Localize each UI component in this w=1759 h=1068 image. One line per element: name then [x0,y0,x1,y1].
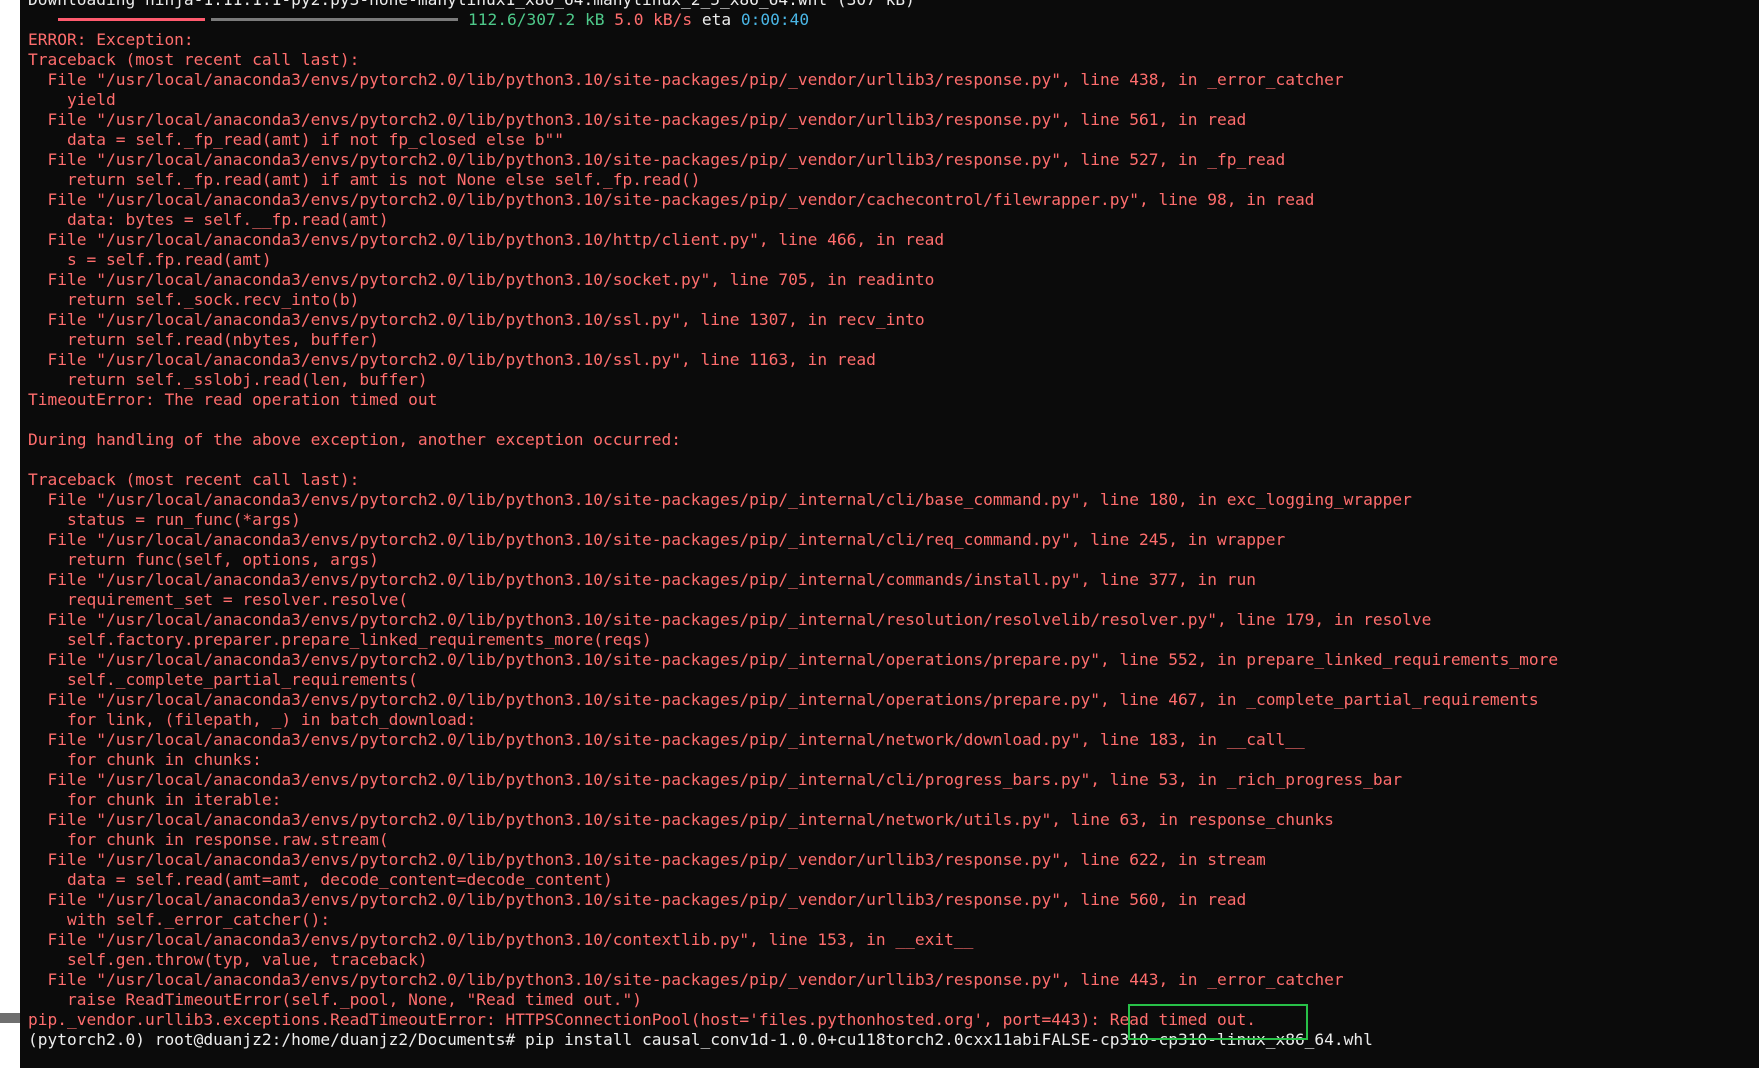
traceback-line: TimeoutError: The read operation timed o… [28,390,438,409]
terminal-window[interactable]: Downloading ninja-1.11.1.1-py2.py3-none-… [0,0,1759,1068]
traceback-line: File "/usr/local/anaconda3/envs/pytorch2… [28,570,1256,589]
progress-bar-done [58,18,205,21]
traceback-line: data = self.read(amt=amt, decode_content… [28,870,613,889]
traceback-line: s = self.fp.read(amt) [28,250,272,269]
progress-line: 112.6/307.2 kB 5.0 kB/s eta 0:00:40 [28,10,1759,30]
traceback-line: Traceback (most recent call last): [28,50,360,69]
traceback-block: ERROR: Exception: Traceback (most recent … [28,30,1759,1030]
traceback-line: return func(self, options, args) [28,550,379,569]
traceback-line: File "/usr/local/anaconda3/envs/pytorch2… [28,230,945,249]
traceback-line: return self.read(nbytes, buffer) [28,330,379,349]
traceback-line: File "/usr/local/anaconda3/envs/pytorch2… [28,350,876,369]
traceback-line: File "/usr/local/anaconda3/envs/pytorch2… [28,270,935,289]
traceback-line: return self._sslobj.read(len, buffer) [28,370,428,389]
traceback-line: File "/usr/local/anaconda3/envs/pytorch2… [28,490,1412,509]
traceback-line: yield [28,90,116,109]
traceback-line [28,410,1759,430]
traceback-line: return self._sock.recv_into(b) [28,290,360,309]
traceback-line: for chunk in response.raw.stream( [28,830,389,849]
traceback-line: self._complete_partial_requirements( [28,670,418,689]
traceback-line: File "/usr/local/anaconda3/envs/pytorch2… [28,110,1247,129]
traceback-line: return self._fp.read(amt) if amt is not … [28,170,701,189]
traceback-line: with self._error_catcher(): [28,910,331,929]
traceback-line: File "/usr/local/anaconda3/envs/pytorch2… [28,70,1344,89]
progress-speed: 5.0 kB/s [614,10,693,29]
traceback-line: File "/usr/local/anaconda3/envs/pytorch2… [28,190,1315,209]
traceback-line: File "/usr/local/anaconda3/envs/pytorch2… [28,650,1559,669]
traceback-line: data = self._fp_read(amt) if not fp_clos… [28,130,565,149]
traceback-line: self.factory.preparer.prepare_linked_req… [28,630,652,649]
traceback-line: pip._vendor.urllib3.exceptions.ReadTimeo… [28,1010,1256,1029]
progress-bar-remaining [211,18,458,21]
progress-eta: 0:00:40 [740,10,810,29]
traceback-line: raise ReadTimeoutError(self._pool, None,… [28,990,642,1009]
traceback-line: File "/usr/local/anaconda3/envs/pytorch2… [28,930,974,949]
traceback-line: File "/usr/local/anaconda3/envs/pytorch2… [28,610,1432,629]
traceback-line: File "/usr/local/anaconda3/envs/pytorch2… [28,890,1247,909]
traceback-line: File "/usr/local/anaconda3/envs/pytorch2… [28,150,1286,169]
traceback-line: for link, (filepath, _) in batch_downloa… [28,710,477,729]
progress-eta-label: eta [701,10,732,29]
highlight-box [1128,1004,1308,1040]
traceback-line: File "/usr/local/anaconda3/envs/pytorch2… [28,850,1266,869]
progress-text: 112.6/307.2 kB 5.0 kB/s eta 0:00:40 [468,10,809,30]
traceback-line: requirement_set = resolver.resolve( [28,590,409,609]
traceback-line: File "/usr/local/anaconda3/envs/pytorch2… [28,310,925,329]
traceback-line: File "/usr/local/anaconda3/envs/pytorch2… [28,530,1286,549]
traceback-line: During handling of the above exception, … [28,430,681,449]
traceback-line [28,450,1759,470]
left-edge-strip [0,0,20,1068]
traceback-line: File "/usr/local/anaconda3/envs/pytorch2… [28,770,1403,789]
traceback-line: status = run_func(*args) [28,510,301,529]
traceback-line: data: bytes = self.__fp.read(amt) [28,210,389,229]
shell-prompt[interactable]: (pytorch2.0) root@duanjz2:/home/duanjz2/… [28,1030,1759,1050]
traceback-line: File "/usr/local/anaconda3/envs/pytorch2… [28,810,1334,829]
traceback-line: self.gen.throw(typ, value, traceback) [28,950,428,969]
terminal-output: Downloading ninja-1.11.1.1-py2.py3-none-… [28,0,1759,1050]
traceback-line: File "/usr/local/anaconda3/envs/pytorch2… [28,970,1344,989]
left-edge-marker [0,1013,20,1023]
traceback-line: File "/usr/local/anaconda3/envs/pytorch2… [28,730,1305,749]
traceback-line: for chunk in iterable: [28,790,282,809]
traceback-line: for chunk in chunks: [28,750,262,769]
traceback-line: Traceback (most recent call last): [28,470,360,489]
progress-size: 112.6/307.2 kB [468,10,605,29]
traceback-line: ERROR: Exception: [28,30,194,49]
traceback-line: File "/usr/local/anaconda3/envs/pytorch2… [28,690,1539,709]
download-line: Downloading ninja-1.11.1.1-py2.py3-none-… [28,0,1759,10]
